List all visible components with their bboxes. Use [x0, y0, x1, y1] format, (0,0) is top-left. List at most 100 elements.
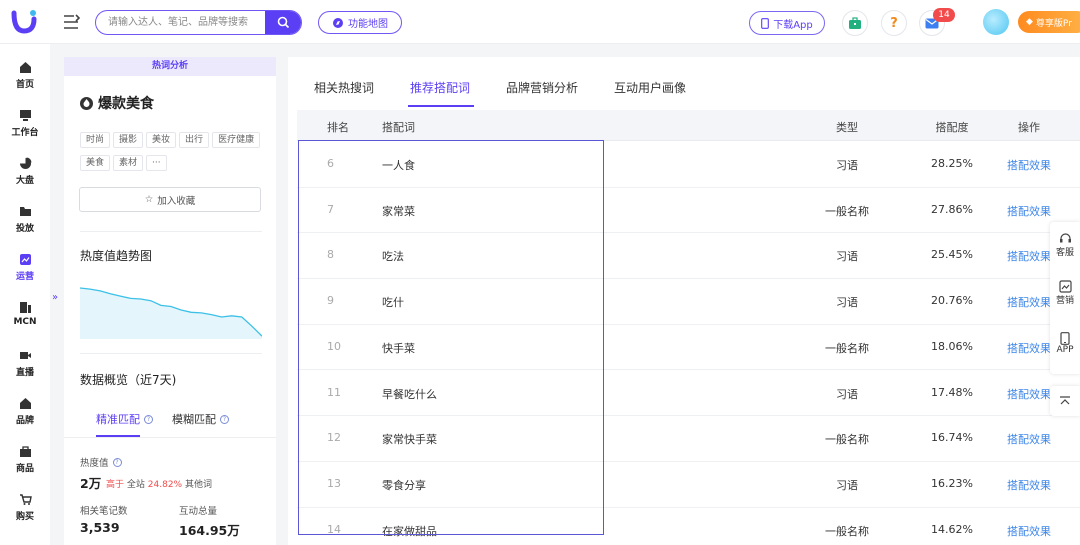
match-effect-link[interactable]: 搭配效果 [1007, 203, 1051, 219]
vip-badge[interactable]: ◆ 尊享版Pr [1018, 11, 1080, 33]
match-effect-link[interactable]: 搭配效果 [1007, 386, 1051, 402]
keyword-panel: 热词分析 爆款美食 时尚 摄影 美妆 出行 医疗健康美食 素材 ··· ☆ 加入收藏 热度值… [64, 57, 276, 545]
category-tag[interactable]: ··· [146, 155, 167, 171]
match-degree-cell: 17.48% [931, 385, 973, 399]
type-cell: 一般名称 [825, 524, 869, 538]
customer-service-button[interactable]: 客服 [1050, 232, 1080, 258]
tab-brand-marketing[interactable]: 品牌营销分析 [506, 79, 578, 96]
category-tag[interactable]: 素材 [113, 155, 144, 171]
match-effect-link[interactable]: 搭配效果 [1007, 523, 1051, 539]
column-header: 操作 [1018, 121, 1040, 134]
tab-label: 精准匹配 [96, 413, 140, 426]
tab-user-portrait[interactable]: 互动用户画像 [614, 79, 686, 96]
keyword-title: 爆款美食 [98, 96, 154, 112]
table-header: 排名 搭配词 类型 搭配度 操作 [297, 110, 1080, 141]
compare-pct: 24.82% [147, 480, 183, 490]
nav-label: 投放 [15, 224, 34, 234]
nav-item-purchase[interactable]: 购买 [0, 492, 50, 536]
phone-icon [1060, 332, 1070, 345]
top-bar: 功能地图 下载App ? 14 ◆ 尊享版Pr [0, 0, 1080, 44]
nav-item-operations[interactable]: 运营 [0, 252, 50, 296]
nav-item-goods[interactable]: 商品 [0, 444, 50, 488]
add-favorite-button[interactable]: ☆ 加入收藏 [79, 187, 261, 212]
category-tag[interactable]: 时尚 [80, 132, 111, 148]
type-cell: 习语 [836, 250, 858, 264]
logo-icon[interactable] [10, 9, 38, 35]
nav-item-delivery[interactable]: 投放 [0, 204, 50, 248]
expand-panel-icon[interactable]: » [52, 292, 58, 303]
bag-icon [18, 444, 32, 458]
help-icon[interactable]: ? [144, 414, 153, 424]
briefcase-button[interactable] [842, 10, 868, 36]
video-icon [18, 348, 32, 362]
side-float-panel: 客服 营销 APP [1050, 222, 1080, 374]
nav-item-workbench[interactable]: 工作台 [0, 108, 50, 152]
help-icon[interactable]: ? [112, 457, 122, 467]
back-to-top-icon [1060, 396, 1070, 405]
search-button[interactable] [265, 11, 301, 34]
match-effect-link[interactable]: 搭配效果 [1007, 157, 1051, 173]
brand-icon [18, 396, 32, 410]
type-cell: 习语 [836, 387, 858, 401]
left-nav: 首页 工作台 大盘 投放 运营 MCN 直播 品牌 商品 购买 [0, 44, 50, 545]
back-to-top-button[interactable] [1050, 386, 1080, 416]
match-effect-link[interactable]: 搭配效果 [1007, 477, 1051, 493]
star-icon: ☆ [144, 194, 154, 205]
avatar[interactable] [983, 9, 1009, 35]
tab-related-hot-search[interactable]: 相关热搜词 [314, 79, 374, 96]
type-cell: 习语 [836, 478, 858, 492]
download-app-label: 下载App [773, 19, 813, 31]
menu-toggle-icon[interactable] [62, 13, 80, 31]
mcn-icon [18, 300, 32, 314]
trend-title: 热度值趋势图 [80, 249, 153, 263]
main-tabs: 相关热搜词 推荐搭配词 品牌营销分析 互动用户画像 [288, 57, 1080, 109]
tab-exact-match[interactable]: 精准匹配 ? [96, 411, 153, 427]
category-tags: 时尚 摄影 美妆 出行 医疗健康美食 素材 ··· [80, 131, 270, 177]
column-header: 搭配词 [382, 121, 415, 134]
nav-item-dashboard[interactable]: 大盘 [0, 156, 50, 200]
search-input[interactable] [96, 11, 266, 34]
match-degree-cell: 14.62% [931, 522, 973, 536]
column-header: 排名 [327, 121, 349, 134]
nav-label: 大盘 [15, 176, 34, 186]
help-button[interactable]: ? [881, 10, 907, 36]
feature-map-button[interactable]: 功能地图 [318, 11, 402, 34]
category-tag[interactable]: 出行 [179, 132, 210, 148]
match-effect-link[interactable]: 搭配效果 [1007, 340, 1051, 356]
nav-item-mcn[interactable]: MCN [0, 300, 50, 344]
nav-item-brand[interactable]: 品牌 [0, 396, 50, 440]
float-label: 营销 [1055, 296, 1074, 306]
nav-label: 商品 [15, 464, 34, 474]
type-cell: 一般名称 [825, 341, 869, 355]
help-icon[interactable]: ? [220, 414, 229, 424]
notes-value: 3,539 [80, 520, 120, 535]
tab-label: 模糊匹配 [172, 413, 216, 426]
tab-recommended-words[interactable]: 推荐搭配词 [410, 79, 470, 96]
category-tag[interactable]: 美妆 [146, 132, 177, 148]
match-degree-cell: 28.25% [931, 157, 973, 170]
match-effect-link[interactable]: 搭配效果 [1007, 248, 1051, 264]
nav-item-live[interactable]: 直播 [0, 348, 50, 392]
marketing-icon [1058, 280, 1072, 293]
match-degree-cell: 27.86% [931, 202, 973, 216]
match-effect-link[interactable]: 搭配效果 [1007, 294, 1051, 310]
message-count-badge: 14 [933, 8, 955, 22]
divider [80, 353, 262, 354]
category-tag[interactable]: 摄影 [113, 132, 144, 148]
nav-label: 工作台 [11, 128, 39, 138]
match-degree-cell: 25.45% [931, 248, 973, 262]
app-button[interactable]: APP [1050, 332, 1080, 355]
briefcase-icon [849, 16, 861, 29]
compare-prefix: 高于 [106, 480, 125, 490]
nav-item-home[interactable]: 首页 [0, 60, 50, 104]
download-app-button[interactable]: 下载App [749, 11, 825, 35]
pie-chart-icon [18, 156, 32, 170]
category-tag[interactable]: 美食 [80, 155, 111, 171]
category-tag[interactable]: 医疗健康 [212, 132, 261, 148]
heat-value: 2万 [80, 476, 102, 491]
marketing-button[interactable]: 营销 [1050, 280, 1080, 306]
match-effect-link[interactable]: 搭配效果 [1007, 431, 1051, 447]
tab-fuzzy-match[interactable]: 模糊匹配 ? [172, 411, 229, 427]
nav-label: 运营 [15, 272, 34, 282]
type-cell: 习语 [836, 296, 858, 310]
